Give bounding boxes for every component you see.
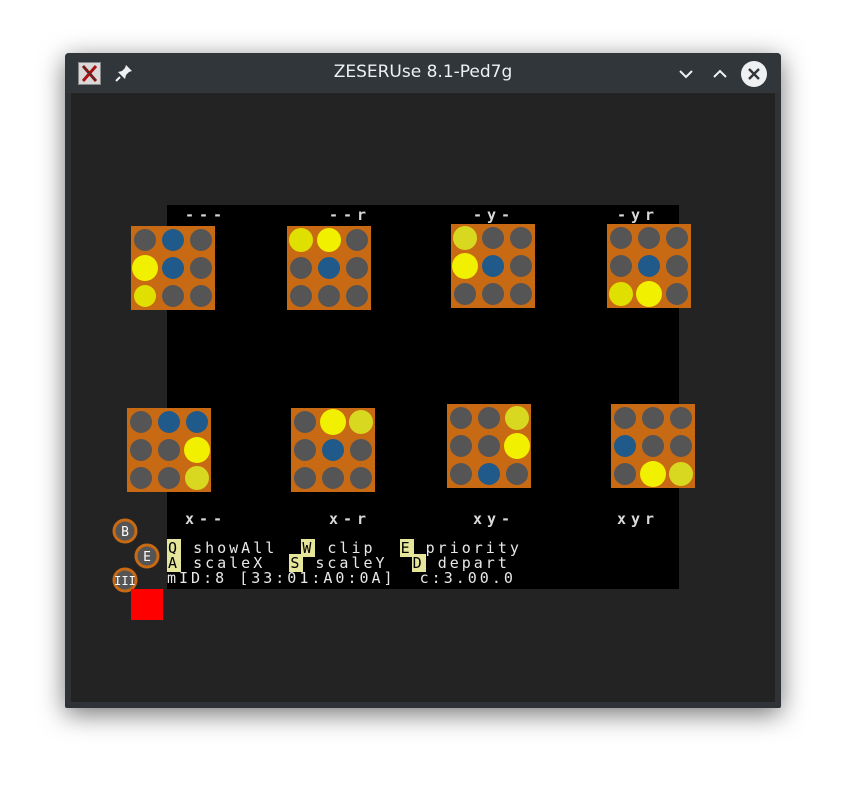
chevron-down-icon xyxy=(679,70,693,79)
maximize-button[interactable] xyxy=(707,61,733,87)
red-marker xyxy=(131,589,163,620)
title-bar[interactable]: ZESERUse 8.1-Ped7g xyxy=(65,53,781,93)
controls-help: Q showAll W clip E priority A scaleX S s… xyxy=(167,539,522,587)
status-c: c:3.00.0 xyxy=(419,569,516,587)
mini-sprite-1-text: B xyxy=(121,525,129,540)
label-bottom-3: xy- xyxy=(473,510,516,528)
close-icon xyxy=(748,68,760,80)
sprite-grid-1 xyxy=(131,226,215,310)
minimize-button[interactable] xyxy=(673,61,699,87)
close-button[interactable] xyxy=(741,61,767,87)
status-regs: [33:01:A0:0A] xyxy=(239,569,396,587)
label-bottom-4: xyr xyxy=(617,510,660,528)
sprite-grid-6 xyxy=(291,408,375,492)
sprite-grid-5 xyxy=(127,408,211,492)
label-top-2: --r xyxy=(329,206,372,224)
chevron-up-icon xyxy=(713,69,727,78)
label-bottom-1: x-- xyxy=(185,510,228,528)
mini-sprite-2-text: E xyxy=(143,550,151,565)
label-top-3: -y- xyxy=(473,206,516,224)
sprite-grid-2 xyxy=(287,226,371,310)
zx-screen xyxy=(167,205,679,589)
sprite-grid-4 xyxy=(607,224,691,308)
mini-sprite-2: E xyxy=(134,543,160,569)
mini-sprite-3-text: III xyxy=(114,574,136,588)
sprite-grid-3 xyxy=(451,224,535,308)
key-w[interactable]: W xyxy=(301,539,316,557)
app-window: ZESERUse 8.1-Ped7g --- --r -y- -yr x-- x… xyxy=(65,53,781,708)
mini-sprite-1: B xyxy=(112,518,138,544)
emulator-screen-area[interactable]: --- --r -y- -yr x-- x-r xy- xyr B E III … xyxy=(71,93,775,702)
label-bottom-2: x-r xyxy=(329,510,372,528)
label-top-1: --- xyxy=(185,206,228,224)
sprite-grid-7 xyxy=(447,404,531,488)
status-mid: mID:8 xyxy=(167,569,228,587)
label-top-4: -yr xyxy=(617,206,660,224)
sprite-grid-8 xyxy=(611,404,695,488)
